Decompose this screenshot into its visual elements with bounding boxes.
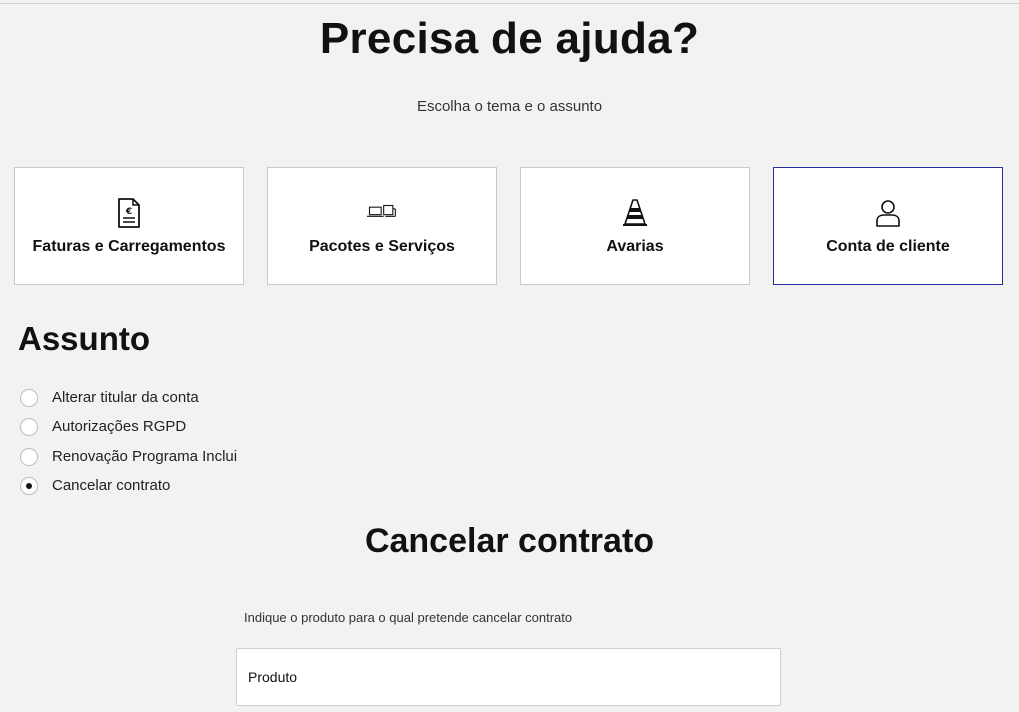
radio-button[interactable] <box>20 418 38 436</box>
page-title: Precisa de ajuda? <box>319 14 700 63</box>
product-field-hint: Indique o produto para o qual pretende c… <box>244 610 573 625</box>
form-title: Cancelar contrato <box>364 522 655 560</box>
subject-option-autorizacoes-rgpd[interactable]: Autorizações RGPD <box>20 417 340 439</box>
topic-card-label: Faturas e Carregamentos <box>32 238 226 255</box>
top-divider <box>0 3 1019 4</box>
user-icon <box>873 198 903 228</box>
topic-card-pacotes[interactable]: Pacotes e Serviços <box>267 167 497 285</box>
subject-option-alterar-titular[interactable]: Alterar titular da conta <box>20 388 340 410</box>
topic-card-conta-cliente[interactable]: Conta de cliente <box>773 167 1003 285</box>
devices-icon <box>367 198 397 228</box>
svg-text:€: € <box>125 207 132 217</box>
radio-button[interactable] <box>20 389 38 407</box>
subject-option-label: Cancelar contrato <box>52 477 171 494</box>
page-subtitle: Escolha o tema e o assunto <box>416 98 603 115</box>
subject-option-label: Alterar titular da conta <box>52 389 199 406</box>
invoice-euro-icon: € <box>114 198 144 228</box>
topic-card-faturas[interactable]: € Faturas e Carregamentos <box>14 167 244 285</box>
radio-button-checked[interactable] <box>20 477 38 495</box>
subject-title: Assunto <box>18 320 150 357</box>
radio-button[interactable] <box>20 448 38 466</box>
subject-option-renovacao-programa[interactable]: Renovação Programa Inclui <box>20 447 340 469</box>
topic-card-label: Avarias <box>606 238 664 255</box>
topic-cards: € Faturas e Carregamentos Pacotes e Serv… <box>14 167 1005 285</box>
topic-card-avarias[interactable]: Avarias <box>520 167 750 285</box>
topic-card-label: Pacotes e Serviços <box>309 238 455 255</box>
product-input[interactable] <box>236 648 781 706</box>
subject-option-cancelar-contrato[interactable]: Cancelar contrato <box>20 476 340 498</box>
traffic-cone-icon <box>620 198 650 228</box>
subject-option-label: Renovação Programa Inclui <box>52 448 238 465</box>
topic-card-label: Conta de cliente <box>826 238 950 255</box>
subject-option-label: Autorizações RGPD <box>52 418 187 435</box>
